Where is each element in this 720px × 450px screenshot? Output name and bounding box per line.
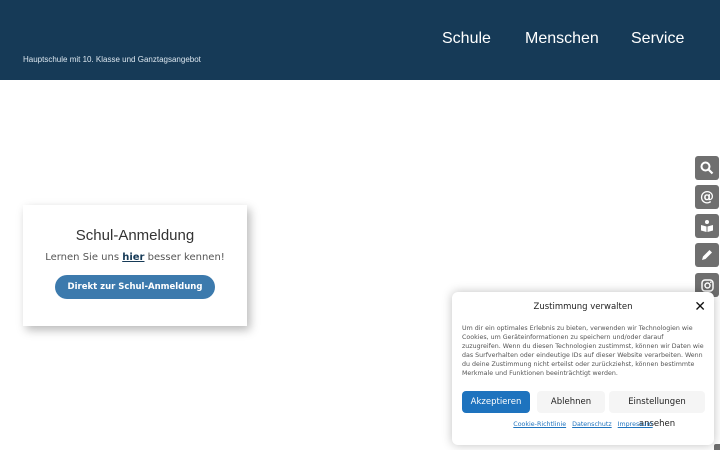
- registration-card: Schul-Anmeldung Lernen Sie uns hier bess…: [23, 205, 247, 326]
- nav-schule[interactable]: Schule: [442, 30, 491, 48]
- card-here-link[interactable]: hier: [122, 252, 144, 263]
- consent-links: Cookie-Richtlinie Datenschutz Impressum: [452, 421, 714, 428]
- at-icon[interactable]: @: [695, 185, 719, 209]
- accept-button[interactable]: Akzeptieren: [462, 391, 530, 413]
- consent-text: Um dir ein optimales Erlebnis zu bieten,…: [462, 325, 704, 377]
- card-title: Schul-Anmeldung: [75, 227, 195, 244]
- card-subtitle-after: besser kennen!: [144, 252, 225, 263]
- registration-button[interactable]: Direkt zur Schul-Anmeldung: [55, 275, 215, 299]
- book-icon[interactable]: [695, 214, 719, 238]
- consent-title: Zustimmung verwalten: [533, 302, 633, 312]
- search-icon[interactable]: [695, 156, 719, 180]
- nav-service[interactable]: Service: [631, 30, 684, 48]
- site-tagline: Hauptschule mit 10. Klasse und Ganztagsa…: [23, 55, 201, 64]
- nav-menschen[interactable]: Menschen: [525, 30, 599, 48]
- deny-button[interactable]: Ablehnen: [537, 391, 605, 413]
- pen-icon[interactable]: [695, 243, 719, 267]
- card-subtitle: Lernen Sie uns hier besser kennen!: [23, 252, 247, 263]
- imprint-link[interactable]: Impressum: [618, 421, 653, 428]
- cookie-consent-dialog: Zustimmung verwalten ✕ Um dir ein optima…: [452, 292, 714, 445]
- view-settings-button[interactable]: Einstellungen ansehen: [609, 391, 705, 429]
- cookie-policy-link[interactable]: Cookie-Richtlinie: [513, 421, 566, 428]
- privacy-link[interactable]: Datenschutz: [572, 421, 612, 428]
- side-icon-partial: [714, 444, 720, 450]
- card-subtitle-before: Lernen Sie uns: [45, 252, 123, 263]
- close-icon[interactable]: ✕: [694, 299, 706, 315]
- site-header: Hauptschule mit 10. Klasse und Ganztagsa…: [0, 0, 720, 80]
